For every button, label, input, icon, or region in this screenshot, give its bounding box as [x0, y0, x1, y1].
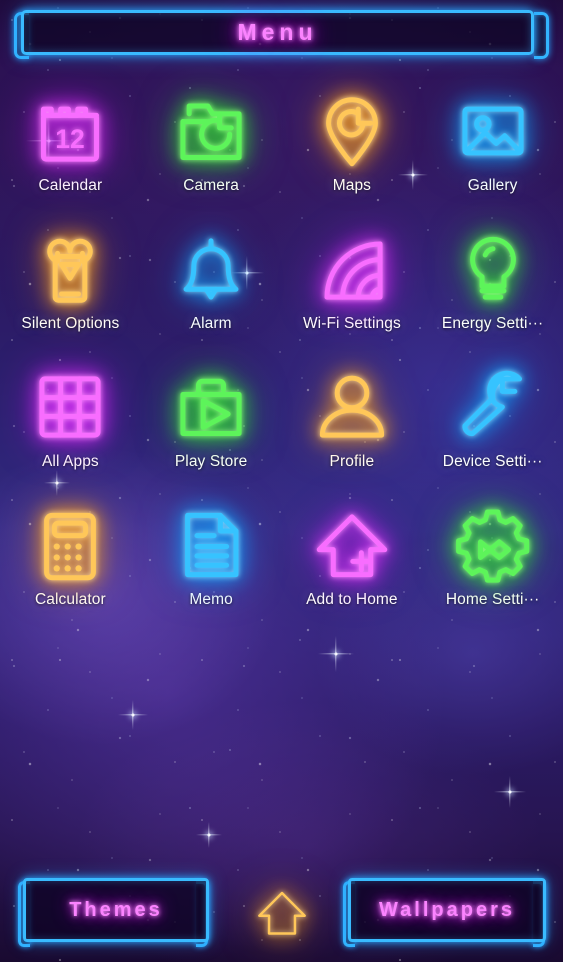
app-icon-device-setti[interactable]: Device Setti···: [422, 364, 563, 471]
calculator-icon: [27, 502, 113, 588]
app-icon-label: Calculator: [34, 591, 106, 608]
page-title: Menu: [237, 19, 318, 45]
title-bar-right-cap: [534, 12, 549, 59]
app-icon-play-store[interactable]: Play Store: [141, 364, 282, 471]
app-icon-home-setti[interactable]: Home Setti···: [422, 502, 563, 609]
app-icon-label: Wi-Fi Settings: [302, 315, 401, 332]
app-icon-label: Silent Options: [21, 315, 120, 332]
app-icon-memo[interactable]: Memo: [141, 502, 282, 609]
app-icon-label: Gallery: [467, 177, 518, 194]
app-icon-calculator[interactable]: Calculator: [0, 502, 141, 609]
gear-icon: [450, 502, 536, 588]
app-icon-label: Play Store: [174, 453, 248, 470]
app-icon-label: Home Setti···: [445, 591, 540, 608]
home-button[interactable]: [251, 882, 313, 944]
app-icon-energy-setti[interactable]: Energy Setti···: [422, 226, 563, 333]
svg-text:12: 12: [56, 124, 85, 154]
wallpapers-button-wrap: Wallpapers: [343, 878, 546, 947]
menu-title-bar: Menu: [14, 10, 549, 59]
app-icon-profile[interactable]: Profile: [282, 364, 423, 471]
app-icon-grid: 12 Calendar Camera Maps Gallery Silent Op…: [0, 88, 563, 609]
app-icon-label: Profile: [329, 453, 375, 470]
bottom-toolbar: Themes Wallpapers: [0, 862, 563, 962]
play-briefcase-icon: [168, 364, 254, 450]
app-icon-label: Device Setti···: [442, 453, 543, 470]
app-icon-label: Maps: [332, 177, 372, 194]
wallpapers-button[interactable]: Wallpapers: [348, 878, 546, 942]
app-icon-label: All Apps: [41, 453, 99, 470]
app-icon-label: Camera: [183, 177, 239, 194]
camera-icon: [168, 88, 254, 174]
app-icon-camera[interactable]: Camera: [141, 88, 282, 195]
app-icon-calendar[interactable]: 12 Calendar: [0, 88, 141, 195]
app-icon-silent-options[interactable]: Silent Options: [0, 226, 141, 333]
wifi-icon: [309, 226, 395, 312]
home-icon: [257, 891, 306, 935]
themes-button[interactable]: Themes: [23, 878, 209, 942]
grid-apps-icon: [27, 364, 113, 450]
themes-button-wrap: Themes: [18, 878, 209, 947]
app-icon-alarm[interactable]: Alarm: [141, 226, 282, 333]
launcher-screen: Menu 12 Calendar Camera Maps Gallery Sile…: [0, 0, 563, 962]
house-plus-icon: [309, 502, 395, 588]
app-icon-label: Add to Home: [306, 591, 398, 608]
app-icon-label: Calendar: [38, 177, 103, 194]
wallpapers-button-label: Wallpapers: [379, 898, 515, 921]
person-icon: [309, 364, 395, 450]
app-icon-add-to-home[interactable]: Add to Home: [282, 502, 423, 609]
app-icon-label: Energy Setti···: [441, 315, 544, 332]
app-icon-wi-fi-settings[interactable]: Wi-Fi Settings: [282, 226, 423, 333]
document-icon: [168, 502, 254, 588]
app-icon-gallery[interactable]: Gallery: [422, 88, 563, 195]
app-icon-label: Memo: [189, 591, 233, 608]
calendar-icon: 12: [27, 88, 113, 174]
title-bar-frame: Menu: [21, 10, 534, 55]
app-icon-maps[interactable]: Maps: [282, 88, 423, 195]
themes-button-label: Themes: [69, 898, 163, 921]
app-icon-all-apps[interactable]: All Apps: [0, 364, 141, 471]
lightbulb-icon: [450, 226, 536, 312]
map-pin-icon: [309, 88, 395, 174]
image-icon: [450, 88, 536, 174]
wrench-icon: [450, 364, 536, 450]
bell-icon: [168, 226, 254, 312]
app-icon-label: Alarm: [190, 315, 232, 332]
silent-phone-icon: [27, 226, 113, 312]
